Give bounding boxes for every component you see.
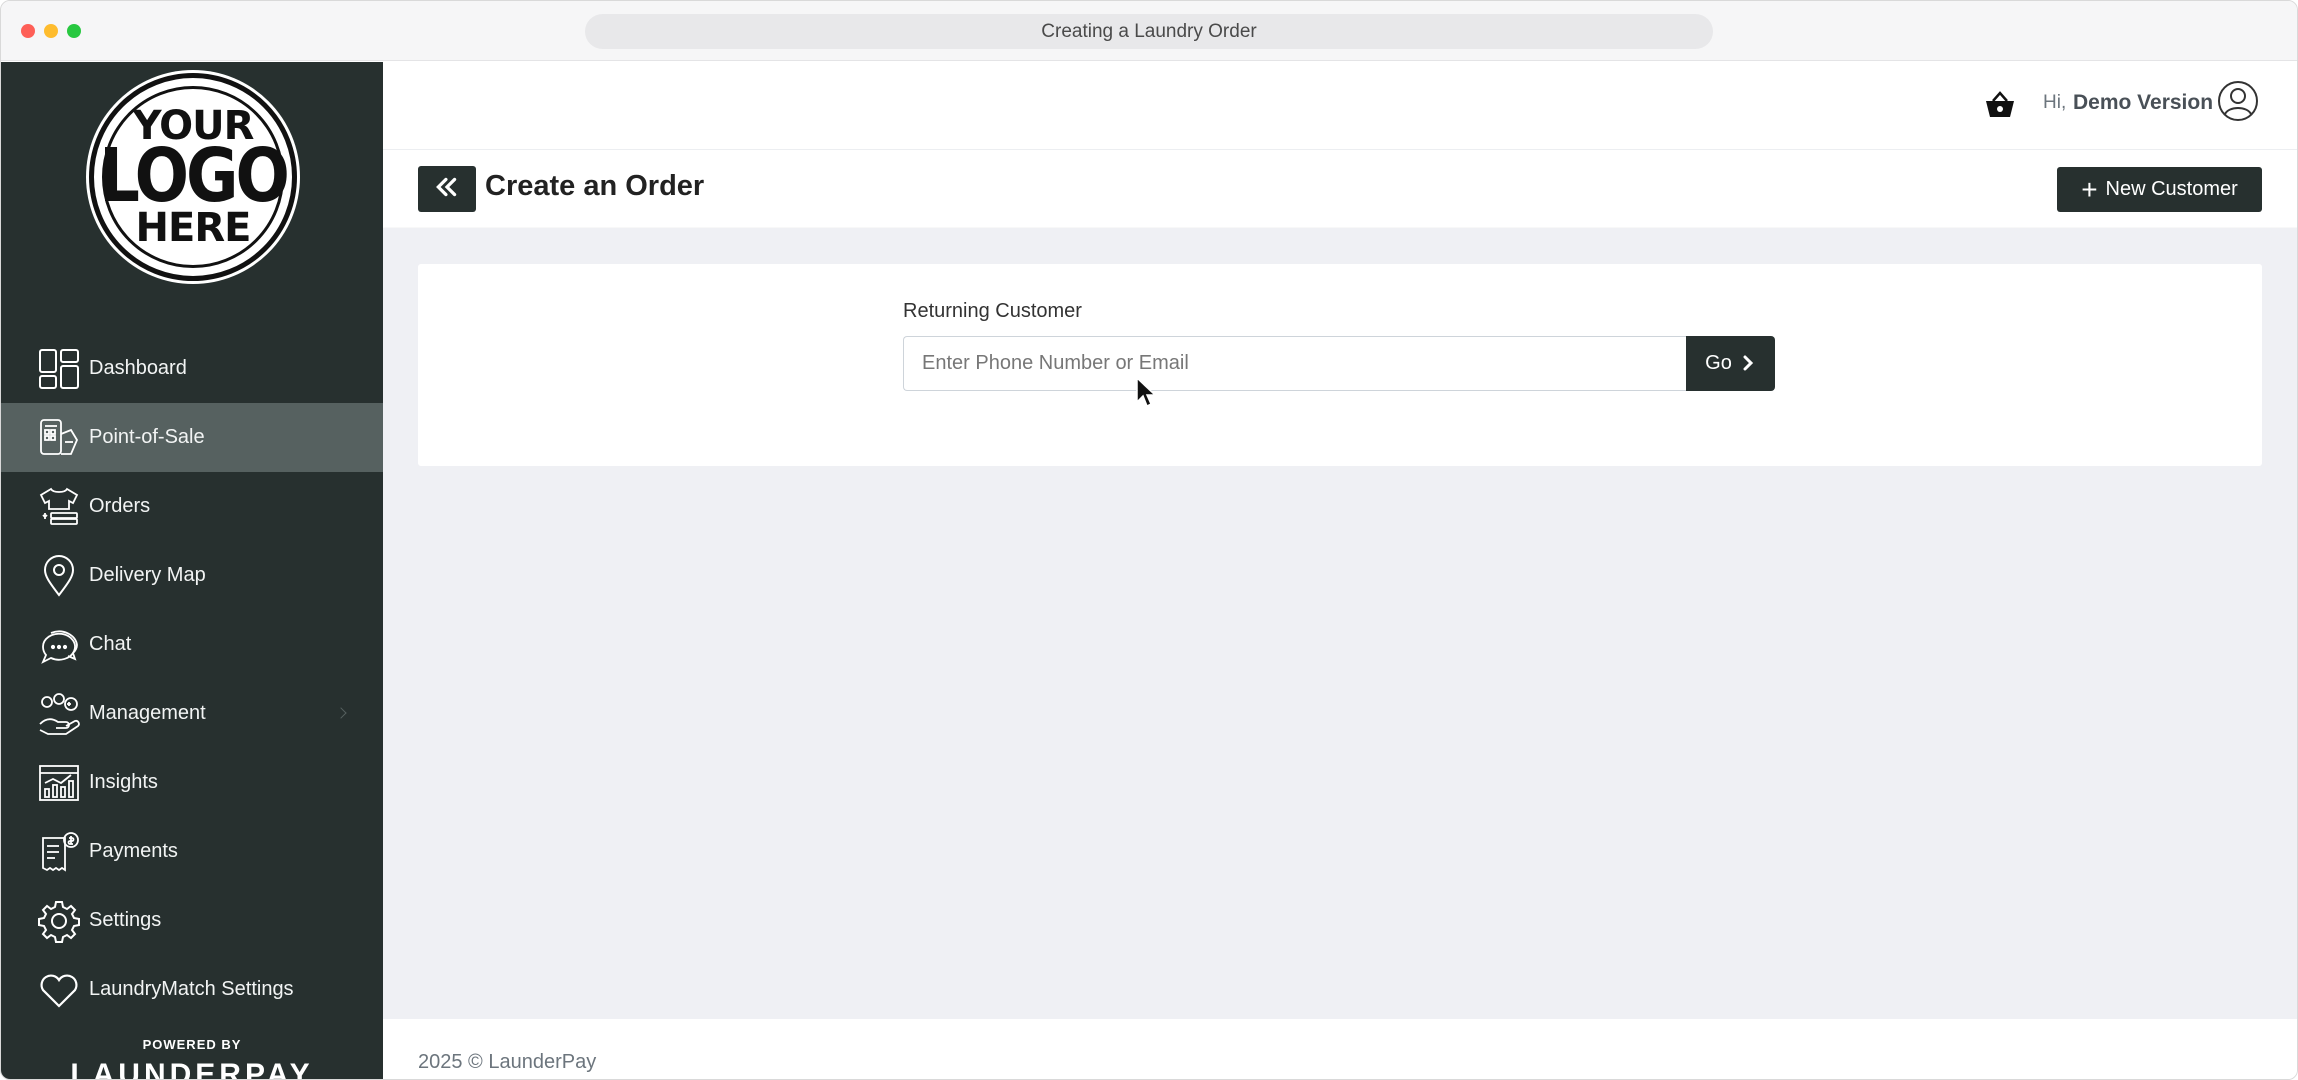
close-window-button[interactable] <box>21 24 35 38</box>
greeting-text: Hi, <box>2043 92 2067 113</box>
sidebar-item-delivery-map[interactable]: Delivery Map <box>1 541 383 610</box>
sidebar-item-label: Chat <box>89 633 132 655</box>
go-button[interactable]: Go <box>1686 336 1775 391</box>
sidebar-item-laundrymatch-settings[interactable]: LaundryMatch Settings <box>1 955 383 1024</box>
sidebar-item-label: Management <box>89 702 206 724</box>
window-title[interactable]: Creating a Laundry Order <box>585 14 1713 49</box>
returning-customer-card: Returning Customer Go <box>418 264 2262 466</box>
insights-icon <box>37 761 81 805</box>
new-customer-button[interactable]: + New Customer <box>2057 167 2262 212</box>
sidebar-item-point-of-sale[interactable]: Point-of-Sale <box>1 403 383 472</box>
user-avatar-icon[interactable] <box>2217 80 2259 122</box>
company-logo[interactable]: YOUR LOGO HERE <box>89 73 297 281</box>
sidebar-item-label: Dashboard <box>89 357 187 379</box>
user-name[interactable]: Demo Version <box>2073 91 2213 115</box>
sidebar-item-label: Delivery Map <box>89 564 206 586</box>
page-title: Create an Order <box>485 170 705 202</box>
browser-window: Creating a Laundry Order YOUR LOGO HERE … <box>0 0 2298 1080</box>
heart-icon <box>37 968 81 1012</box>
sidebar-item-chat[interactable]: Chat <box>1 610 383 679</box>
chat-icon <box>37 623 81 667</box>
customer-search-input[interactable] <box>903 336 1688 391</box>
sidebar-item-settings[interactable]: Settings <box>1 886 383 955</box>
page-header: Create an Order + New Customer <box>383 149 2297 227</box>
plus-icon: + <box>2081 173 2098 205</box>
dashboard-icon <box>37 347 81 391</box>
mouse-cursor-icon <box>1135 376 1157 408</box>
sidebar-item-label: Settings <box>89 909 162 931</box>
copyright-text: 2025 © LaunderPay <box>418 1051 597 1073</box>
go-label: Go <box>1705 352 1732 374</box>
sidebar-item-label: Orders <box>89 495 151 517</box>
sidebar: YOUR LOGO HERE Dashboard Point-of-Sale O… <box>1 62 383 1080</box>
returning-customer-label: Returning Customer <box>903 300 1082 322</box>
sidebar-item-management[interactable]: Management <box>1 679 383 748</box>
sidebar-item-orders[interactable]: Orders <box>1 472 383 541</box>
powered-by-launderpay: POWERED BY LAUNDERPAY <box>1 1037 383 1080</box>
launderpay-brand: LAUNDERPAY <box>70 1058 314 1080</box>
title-bar: Creating a Laundry Order <box>1 1 2297 61</box>
sidebar-item-label: LaundryMatch Settings <box>89 978 294 1000</box>
gear-icon <box>37 899 81 943</box>
chevron-right-icon <box>335 707 347 719</box>
logo-text-line2: LOGO <box>99 134 290 220</box>
double-chevron-left-icon <box>434 172 460 206</box>
maximize-window-button[interactable] <box>67 24 81 38</box>
orders-icon <box>37 485 81 529</box>
powered-by-text: POWERED BY <box>142 1037 242 1052</box>
back-button[interactable] <box>418 166 476 212</box>
sidebar-item-label: Payments <box>89 840 178 862</box>
page-footer: 2025 © LaunderPay <box>383 1019 2297 1079</box>
new-customer-label: New Customer <box>2105 178 2238 200</box>
map-pin-icon <box>37 554 81 598</box>
minimize-window-button[interactable] <box>44 24 58 38</box>
chevron-right-icon <box>1740 351 1756 377</box>
sidebar-nav: Dashboard Point-of-Sale Orders Delivery … <box>1 334 383 1024</box>
sidebar-item-label: Point-of-Sale <box>89 426 205 448</box>
payments-icon <box>37 830 81 874</box>
logo-badge: YOUR LOGO HERE <box>99 86 290 268</box>
management-icon <box>37 692 81 736</box>
sidebar-item-insights[interactable]: Insights <box>1 748 383 817</box>
basket-icon[interactable] <box>1983 88 2017 122</box>
sidebar-item-label: Insights <box>89 771 158 793</box>
main-content: Returning Customer Go <box>383 228 2297 1019</box>
top-header: Hi, Demo Version <box>383 62 2297 148</box>
sidebar-item-payments[interactable]: Payments <box>1 817 383 886</box>
sidebar-item-dashboard[interactable]: Dashboard <box>1 334 383 403</box>
point-of-sale-icon <box>37 416 81 460</box>
